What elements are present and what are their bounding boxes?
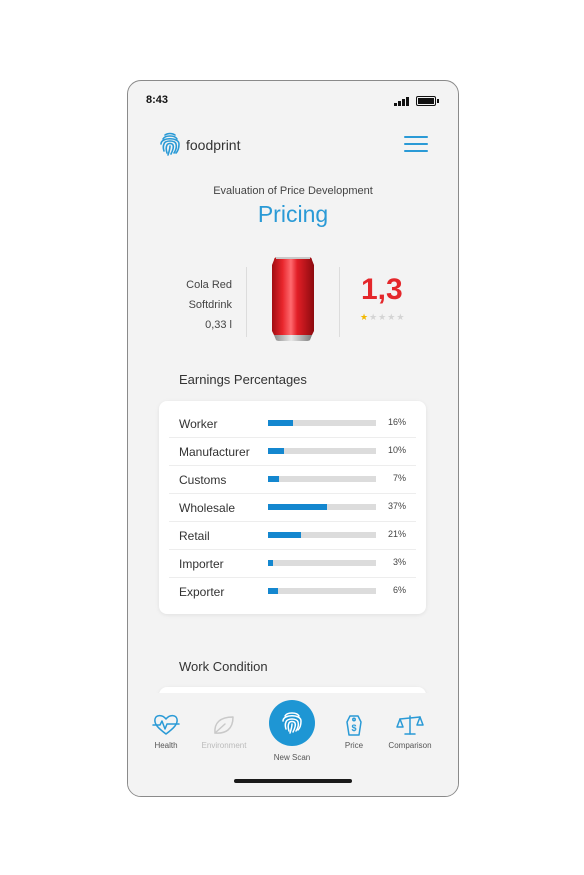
earnings-bar-track: [268, 504, 376, 510]
heart-pulse-icon: [152, 714, 180, 735]
earnings-row-label: Exporter: [179, 585, 225, 599]
earnings-row-percent: 10%: [387, 445, 406, 455]
page-title: Pricing: [257, 201, 329, 227]
leaf-icon: [214, 716, 234, 734]
tab-label: Price: [344, 741, 364, 750]
product-info: Cola Red Softdrink 0,33 l: [186, 275, 232, 335]
earnings-bar-track: [268, 588, 376, 594]
svg-text:$: $: [351, 723, 356, 733]
earnings-bar-track: [268, 448, 376, 454]
earnings-bar-fill: [268, 560, 273, 566]
earnings-row: Customs 7%: [169, 465, 416, 494]
product-volume: 0,33 l: [205, 319, 232, 331]
earnings-row-label: Retail: [179, 529, 210, 543]
earnings-row: Wholesale 37%: [169, 493, 416, 522]
earnings-bar-track: [268, 532, 376, 538]
tab-label: New Scan: [273, 753, 311, 762]
earnings-bar-track: [268, 420, 376, 426]
earnings-row-percent: 37%: [387, 501, 406, 511]
earnings-row-percent: 16%: [387, 417, 406, 427]
earnings-row-label: Wholesale: [179, 501, 236, 515]
earnings-card: Worker 16% Manufacturer 10% Customs 7% Wholesa…: [159, 401, 426, 614]
earnings-row-percent: 6%: [392, 585, 406, 595]
battery-icon: [416, 96, 439, 106]
earnings-row-percent: 7%: [392, 473, 406, 483]
work-condition-title: Work Condition: [179, 659, 268, 674]
product-name: Cola Red: [186, 279, 232, 291]
status-time: 8:43: [146, 94, 169, 106]
earnings-bar-fill: [268, 588, 278, 594]
earnings-row: Importer 3%: [169, 549, 416, 578]
earnings-bar-fill: [268, 532, 302, 538]
price-tag-icon: $: [346, 715, 362, 736]
rating-stars: ★★★★★: [360, 312, 405, 323]
product-category: Softdrink: [188, 299, 232, 311]
tab-environment[interactable]: Environment: [194, 713, 254, 750]
divider: [339, 267, 340, 337]
new-scan-button[interactable]: [269, 700, 315, 746]
fingerprint-icon: [160, 132, 180, 156]
star-empty-icon: ★: [387, 312, 397, 322]
signal-icon: [394, 97, 409, 106]
earnings-row-label: Customs: [179, 473, 227, 487]
star-empty-icon: ★: [369, 312, 379, 322]
tab-price[interactable]: $ Price: [324, 713, 384, 750]
earnings-bar-fill: [268, 504, 327, 510]
earnings-section-title: Earnings Percentages: [179, 372, 307, 387]
earnings-row-percent: 21%: [387, 529, 406, 539]
tab-label: Environment: [201, 741, 247, 750]
earnings-bar-fill: [268, 420, 294, 426]
earnings-bar-fill: [268, 476, 280, 482]
tab-comparison[interactable]: Comparison: [380, 713, 440, 750]
earnings-row-percent: 3%: [392, 557, 406, 567]
divider: [246, 267, 247, 337]
earnings-row-label: Worker: [179, 417, 218, 431]
home-indicator: [234, 779, 352, 783]
tab-health[interactable]: Health: [136, 713, 196, 750]
hamburger-menu-icon[interactable]: [404, 134, 428, 154]
star-empty-icon: ★: [378, 312, 388, 322]
star-filled-icon: ★: [360, 312, 370, 322]
earnings-row: Retail 21%: [169, 521, 416, 550]
star-empty-icon: ★: [396, 312, 406, 322]
price-score: 1,3: [361, 273, 403, 306]
earnings-bar-track: [268, 560, 376, 566]
tab-label: Health: [154, 741, 178, 750]
earnings-row-label: Importer: [179, 557, 224, 571]
tab-new-scan[interactable]: New Scan: [262, 753, 322, 762]
tab-label: Comparison: [388, 741, 432, 750]
earnings-row-label: Manufacturer: [179, 445, 250, 459]
brand-name: foodprint: [186, 137, 241, 153]
product-image: [272, 257, 314, 341]
fingerprint-icon: [282, 712, 302, 734]
earnings-row: Exporter 6%: [169, 577, 416, 605]
earnings-bar-track: [268, 476, 376, 482]
phone-screen: 8:43 foodprint Evaluation of Price Devel…: [127, 80, 459, 797]
earnings-bar-fill: [268, 448, 284, 454]
page-subtitle: Evaluation of Price Development: [213, 185, 373, 197]
earnings-row: Worker 16%: [169, 409, 416, 438]
scales-icon: [396, 715, 424, 735]
earnings-row: Manufacturer 10%: [169, 437, 416, 466]
